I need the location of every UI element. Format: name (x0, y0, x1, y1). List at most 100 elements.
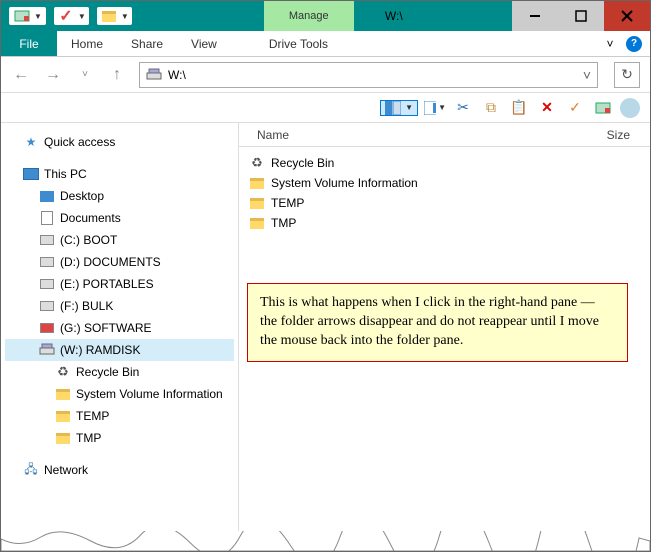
navigation-pane[interactable]: ★ Quick access This PC Desktop Documents… (1, 123, 239, 551)
file-name: TEMP (271, 196, 304, 210)
qat: ▼ ✓ ▼ ▼ (1, 1, 134, 31)
check-icon: ✓ (57, 7, 75, 25)
tree-quick-access[interactable]: ★ Quick access (5, 131, 234, 153)
tree-recycle-bin[interactable]: ♻ Recycle Bin (5, 361, 234, 383)
tree-temp[interactable]: TEMP (5, 405, 234, 427)
tree-drive-f[interactable]: (F:) BULK (5, 295, 234, 317)
recycle-icon: ♻ (249, 155, 265, 171)
list-item[interactable]: TMP (239, 213, 650, 233)
tree-label: (D:) DOCUMENTS (60, 255, 161, 269)
tree-label: TMP (76, 431, 101, 445)
folder-icon (249, 215, 265, 231)
tree-label: Recycle Bin (76, 365, 139, 379)
view-options-button[interactable]: ▼ (380, 100, 418, 116)
column-name[interactable]: Name (239, 128, 580, 142)
list-item[interactable]: System Volume Information (239, 173, 650, 193)
toolbar: ▼ ▼ ✂ ⧉ 📋 ✕ ✓ (1, 93, 650, 123)
desktop-icon (39, 188, 55, 204)
recycle-icon: ♻ (55, 364, 71, 380)
tab-share[interactable]: Share (117, 31, 177, 56)
tree-drive-e[interactable]: (E:) PORTABLES (5, 273, 234, 295)
address-dropdown-icon[interactable]: ˅ (583, 67, 591, 83)
qat-group-2[interactable]: ✓ ▼ (54, 7, 89, 25)
chevron-down-icon: ▼ (405, 103, 413, 112)
tree-label: This PC (44, 167, 87, 181)
window-buttons (512, 1, 650, 31)
tab-home[interactable]: Home (57, 31, 117, 56)
tab-view[interactable]: View (177, 31, 231, 56)
torn-edge-decoration (1, 531, 650, 551)
documents-icon (39, 210, 55, 226)
properties-icon (13, 7, 31, 25)
tree-drive-d[interactable]: (D:) DOCUMENTS (5, 251, 234, 273)
qat-group-1[interactable]: ▼ (9, 7, 46, 25)
drive-icon (39, 232, 55, 248)
list-item[interactable]: TEMP (239, 193, 650, 213)
star-icon: ★ (23, 134, 39, 150)
file-list-area[interactable]: Name Size ♻Recycle Bin System Volume Inf… (239, 123, 650, 551)
address-text: W:\ (168, 68, 186, 82)
folder-icon (55, 386, 71, 402)
list-item[interactable]: ♻Recycle Bin (239, 153, 650, 173)
window-title: W:\ (354, 1, 434, 31)
contextual-label: Manage (289, 10, 329, 23)
tree-label: Quick access (44, 135, 115, 149)
pc-icon (23, 166, 39, 182)
tree-network[interactable]: 🖧 Network (5, 459, 234, 481)
copy-button[interactable]: ⧉ (480, 97, 502, 119)
tree-label: (G:) SOFTWARE (60, 321, 152, 335)
drive-icon (39, 320, 55, 336)
nav-history-icon[interactable]: ˅ (75, 65, 95, 85)
file-tab[interactable]: File (1, 31, 57, 56)
help-icon[interactable]: ? (626, 36, 642, 52)
tree-label: Desktop (60, 189, 104, 203)
tree-desktop[interactable]: Desktop (5, 185, 234, 207)
cut-button[interactable]: ✂ (452, 97, 474, 119)
network-icon: 🖧 (23, 462, 39, 478)
tree-drive-c[interactable]: (C:) BOOT (5, 229, 234, 251)
contextual-tab-area: Manage W:\ (264, 1, 434, 31)
tree-label: System Volume Information (76, 387, 223, 401)
nav-up-icon[interactable]: ↑ (107, 65, 127, 85)
folder-icon (55, 430, 71, 446)
maximize-button[interactable] (558, 1, 604, 31)
column-header[interactable]: Name Size (239, 123, 650, 147)
address-bar[interactable]: W:\ ˅ (139, 62, 598, 88)
minimize-button[interactable] (512, 1, 558, 31)
tree-documents[interactable]: Documents (5, 207, 234, 229)
close-button[interactable] (604, 1, 650, 31)
tree-drive-w[interactable]: (W:) RAMDISK (5, 339, 234, 361)
preview-pane-button[interactable]: ▼ (424, 97, 446, 119)
chevron-down-icon: ▼ (34, 12, 42, 21)
tab-drive-tools[interactable]: Drive Tools (255, 31, 342, 56)
drive-icon (39, 276, 55, 292)
folder-icon (249, 195, 265, 211)
qat-group-3[interactable]: ▼ (97, 7, 132, 25)
rename-button[interactable]: ✓ (564, 97, 586, 119)
titlebar: ▼ ✓ ▼ ▼ Manage W:\ (1, 1, 650, 31)
nav-back-icon[interactable]: ← (11, 65, 31, 85)
drive-icon (39, 298, 55, 314)
ribbon-expand-icon[interactable]: ˅ (602, 36, 618, 52)
tree-label: Network (44, 463, 88, 477)
user-avatar[interactable] (620, 98, 640, 118)
properties-button[interactable] (592, 97, 614, 119)
content-area: ★ Quick access This PC Desktop Documents… (1, 123, 650, 551)
column-size[interactable]: Size (580, 128, 650, 142)
tree-this-pc[interactable]: This PC (5, 163, 234, 185)
file-name: TMP (271, 216, 296, 230)
contextual-tab-manage[interactable]: Manage (264, 1, 354, 31)
tree-label: (E:) PORTABLES (60, 277, 154, 291)
chevron-down-icon: ▼ (78, 12, 86, 21)
nav-forward-icon[interactable]: → (43, 65, 63, 85)
file-list: ♻Recycle Bin System Volume Information T… (239, 147, 650, 239)
chevron-down-icon: ▼ (121, 12, 129, 21)
tree-drive-g[interactable]: (G:) SOFTWARE (5, 317, 234, 339)
refresh-button[interactable]: ↻ (614, 62, 640, 88)
drive-icon (39, 254, 55, 270)
delete-button[interactable]: ✕ (536, 97, 558, 119)
tree-tmp[interactable]: TMP (5, 427, 234, 449)
paste-button[interactable]: 📋 (508, 97, 530, 119)
tree-sysvol[interactable]: System Volume Information (5, 383, 234, 405)
annotation-callout: This is what happens when I click in the… (247, 283, 628, 362)
